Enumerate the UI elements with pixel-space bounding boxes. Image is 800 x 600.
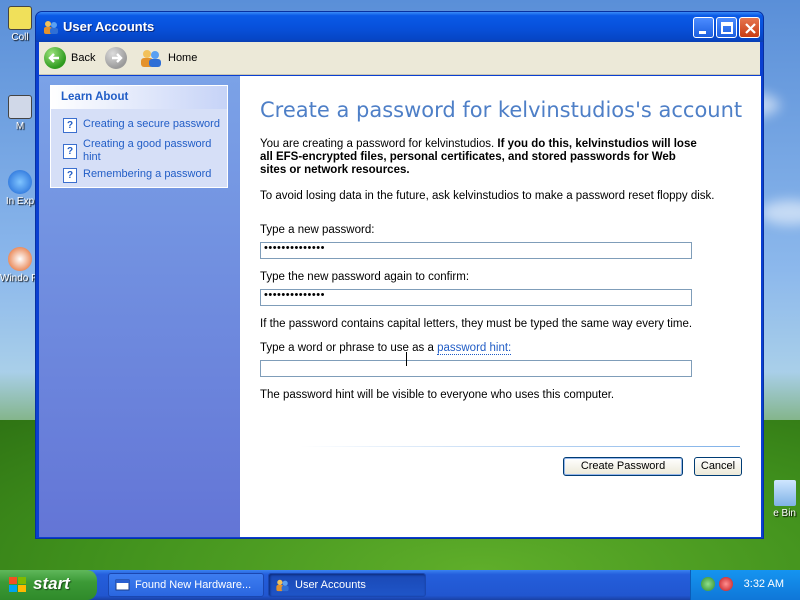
media-player-icon: [8, 247, 32, 271]
taskbar-item-label: Found New Hardware...: [135, 579, 252, 591]
user-accounts-icon: [44, 21, 58, 34]
close-button[interactable]: [739, 17, 760, 38]
clock[interactable]: 3:32 AM: [744, 578, 784, 590]
page-title: Create a password for kelvinstudios's ac…: [260, 98, 743, 122]
taskbar: start Found New Hardware... User Account…: [0, 570, 800, 600]
start-label: start: [33, 574, 70, 593]
case-sensitivity-note: If the password contains capital letters…: [260, 318, 693, 330]
taskbar-item-user-accounts[interactable]: User Accounts: [268, 573, 426, 597]
hardware-wizard-icon: [115, 579, 130, 591]
separator-line: [300, 446, 740, 447]
help-icon: ?: [63, 168, 77, 183]
learn-link-good-hint[interactable]: ? Creating a good password hint: [63, 138, 223, 164]
learn-about-heading: Learn About: [51, 86, 227, 109]
create-password-button[interactable]: Create Password: [563, 457, 683, 476]
close-icon: [745, 23, 756, 34]
learn-link-label: Creating a secure password: [83, 118, 220, 130]
desktop-icon-my[interactable]: M: [0, 95, 40, 132]
desktop-icon-label: Coll: [11, 32, 29, 43]
users-home-icon: [141, 50, 161, 67]
learn-link-secure-password[interactable]: ? Creating a secure password: [63, 118, 223, 133]
desktop-icon-media-player[interactable]: Windo Pl: [0, 247, 40, 284]
forward-arrow-icon: [105, 47, 127, 69]
new-password-label: Type a new password:: [260, 224, 375, 236]
maximize-icon: [721, 22, 733, 34]
desktop-icon-collection[interactable]: Coll: [0, 6, 40, 43]
minimize-button[interactable]: [693, 17, 714, 38]
text-cursor: [406, 352, 411, 366]
hint-visibility-note: The password hint will be visible to eve…: [260, 389, 615, 401]
help-icon: ?: [63, 144, 77, 159]
learn-link-label: Remembering a password: [83, 168, 212, 180]
hint-label: Type a word or phrase to use as a passwo…: [260, 342, 512, 355]
security-shield-icon[interactable]: [719, 577, 733, 591]
forward-button[interactable]: [105, 46, 127, 70]
ie-icon: [8, 170, 32, 194]
password-hint-link[interactable]: password hint:: [437, 342, 512, 355]
network-icon[interactable]: [701, 577, 715, 591]
cloud: [760, 200, 800, 225]
learn-link-label: Creating a good password hint: [83, 138, 212, 163]
start-button[interactable]: start: [0, 570, 97, 600]
windows-logo-icon: [9, 577, 26, 592]
desktop-icon-label: e Bin: [773, 508, 796, 519]
title-bar[interactable]: User Accounts: [36, 12, 763, 42]
desktop-icon-label: Windo Pl: [0, 273, 41, 284]
recycle-bin-icon: [774, 480, 796, 506]
maximize-button[interactable]: [716, 17, 737, 38]
home-button[interactable]: Home: [139, 46, 197, 70]
intro-text: You are creating a password for kelvinst…: [260, 138, 498, 150]
warning-paragraph: You are creating a password for kelvinst…: [260, 138, 700, 177]
window-title: User Accounts: [63, 19, 155, 34]
confirm-password-label: Type the new password again to confirm:: [260, 271, 470, 283]
user-accounts-icon: [276, 579, 289, 592]
taskbar-item-label: User Accounts: [295, 579, 366, 591]
user-accounts-window: User Accounts Back Home Learn About ? Cr…: [35, 11, 764, 539]
learn-link-remembering[interactable]: ? Remembering a password: [63, 168, 223, 183]
computer-icon: [8, 95, 32, 119]
back-arrow-icon: [44, 47, 66, 69]
minimize-icon: [699, 31, 706, 34]
reset-disk-note: To avoid losing data in the future, ask …: [260, 190, 715, 202]
learn-about-panel: Learn About ? Creating a secure password…: [50, 85, 228, 188]
system-tray: 3:32 AM: [690, 570, 800, 600]
task-pane: Learn About ? Creating a secure password…: [39, 76, 240, 537]
folder-icon: [8, 6, 32, 30]
cancel-button[interactable]: Cancel: [694, 457, 742, 476]
taskbar-item-found-new-hardware[interactable]: Found New Hardware...: [108, 573, 264, 597]
new-password-field[interactable]: ••••••••••••••: [260, 242, 692, 259]
back-label: Back: [71, 52, 96, 64]
desktop-icon-label: In Exp: [5, 196, 35, 207]
help-icon: ?: [63, 118, 77, 133]
confirm-password-value: ••••••••••••••: [264, 289, 325, 301]
desktop-icon-label: M: [15, 121, 25, 132]
main-content: Create a password for kelvinstudios's ac…: [240, 76, 761, 537]
new-password-value: ••••••••••••••: [264, 242, 325, 254]
back-button[interactable]: Back: [44, 46, 95, 70]
confirm-password-field[interactable]: ••••••••••••••: [260, 289, 692, 306]
password-hint-field[interactable]: [260, 360, 692, 377]
navigation-toolbar: Back Home: [39, 42, 760, 75]
home-label: Home: [168, 52, 198, 64]
desktop-icon-internet-explorer[interactable]: In Exp: [0, 170, 40, 207]
